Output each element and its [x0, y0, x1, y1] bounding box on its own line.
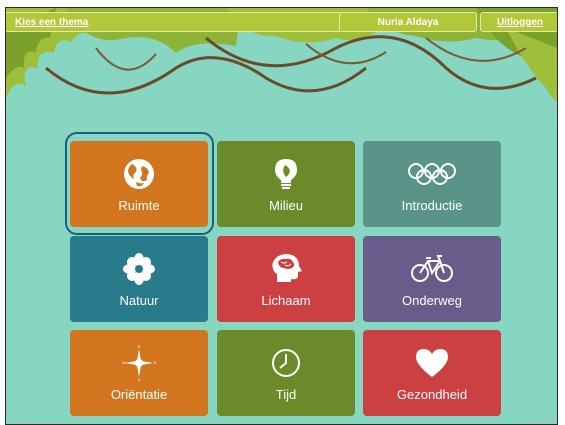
theme-tile-tijd[interactable]: Tijd: [217, 330, 355, 416]
theme-tile-ruimte[interactable]: Ruimte: [70, 141, 208, 227]
svg-text:E: E: [154, 360, 157, 365]
logout-link[interactable]: Uitloggen: [497, 17, 543, 28]
theme-tile-onderweg[interactable]: Onderweg: [363, 236, 501, 322]
theme-tile-orientatie[interactable]: N S W E Oriëntatie: [70, 330, 208, 416]
lightbulb-leaf-icon: [266, 157, 306, 191]
theme-label: Onderweg: [402, 293, 462, 308]
theme-label: Ruimte: [118, 198, 160, 213]
user-bar: Nuria Aldaya: [339, 12, 477, 32]
theme-label: Natuur: [119, 293, 159, 308]
flower-icon: [119, 252, 159, 286]
theme-tile-gezondheid[interactable]: Gezondheid: [363, 330, 501, 416]
theme-tile-milieu[interactable]: Milieu: [217, 141, 355, 227]
theme-label: Milieu: [269, 198, 303, 213]
olympic-rings-icon: [404, 157, 460, 191]
logout-bar: Uitloggen: [480, 12, 557, 32]
bicycle-icon: [409, 252, 455, 286]
heart-icon: [412, 346, 452, 380]
top-bar: Kies een thema Nuria Aldaya Uitloggen: [6, 8, 557, 34]
svg-text:N: N: [138, 345, 141, 349]
theme-tile-introductie[interactable]: Introductie: [363, 141, 501, 227]
svg-text:W: W: [122, 360, 126, 365]
head-brain-icon: [266, 252, 306, 286]
user-name: Nuria Aldaya: [377, 16, 439, 28]
choose-theme-bar: Kies een thema: [6, 12, 342, 32]
theme-label: Gezondheid: [396, 387, 468, 402]
clock-icon: [266, 346, 306, 380]
globe-icon: [119, 157, 159, 191]
theme-label: Lichaam: [261, 293, 311, 308]
choose-theme-link[interactable]: Kies een thema: [15, 17, 88, 28]
theme-label: Oriëntatie: [110, 387, 168, 402]
app-window: Kies een thema Nuria Aldaya Uitloggen Ru…: [5, 7, 558, 425]
compass-icon: N S W E: [119, 345, 159, 381]
theme-tile-natuur[interactable]: Natuur: [70, 236, 208, 322]
theme-label: Tijd: [275, 387, 297, 402]
theme-label: Introductie: [401, 198, 463, 213]
theme-tile-lichaam[interactable]: Lichaam: [217, 236, 355, 322]
svg-text:S: S: [138, 377, 141, 381]
